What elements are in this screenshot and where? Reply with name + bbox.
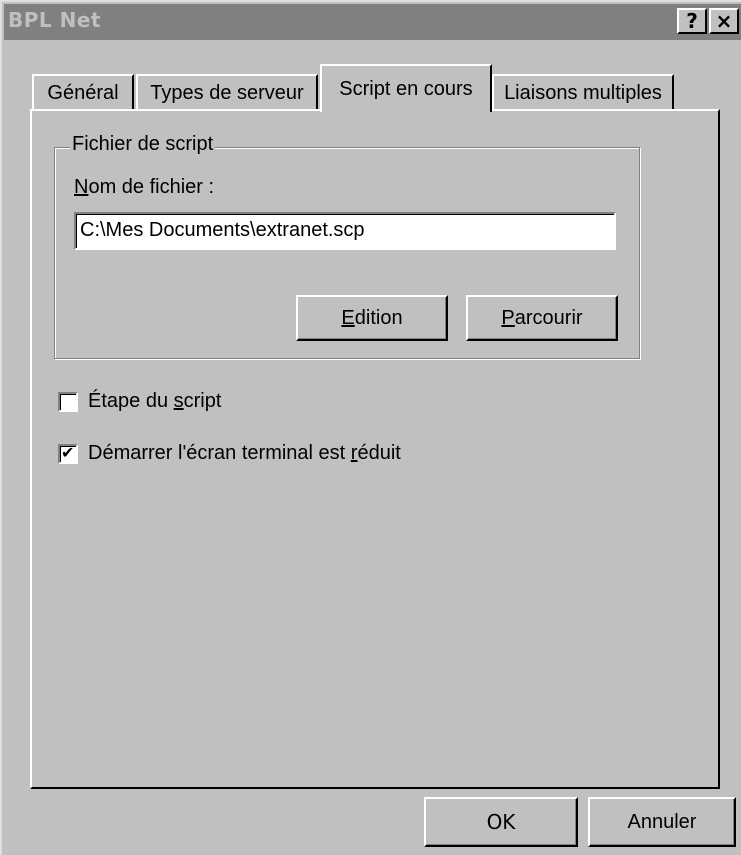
step-script-label-post: cript <box>183 390 222 412</box>
dialog-window: BPL Net ? × Général Types de serveur Scr… <box>0 0 741 855</box>
window-title: BPL Net <box>8 8 101 32</box>
checkmark-icon: ✔ <box>61 443 75 462</box>
close-button[interactable]: × <box>709 8 739 34</box>
terminal-label-pre: Démarrer l'écran terminal est <box>88 442 351 464</box>
cancel-button[interactable]: Annuler <box>588 797 736 847</box>
edit-button-mnemonic: E <box>341 307 355 329</box>
script-file-legend: Fichier de script <box>70 133 216 156</box>
tab-gap <box>322 107 490 113</box>
title-bar[interactable]: BPL Net ? × <box>4 4 741 40</box>
filename-input[interactable] <box>76 214 600 246</box>
filename-label: Nom de fichier : <box>74 176 214 199</box>
browse-button-rest: arcourir <box>514 307 583 329</box>
step-script-label-pre: Étape du <box>88 390 174 412</box>
tab-script[interactable]: Script en cours <box>320 64 492 112</box>
browse-button-mnemonic: P <box>501 307 515 329</box>
terminal-label-post: éduit <box>357 442 401 464</box>
filename-label-rest: om de fichier : <box>88 176 215 198</box>
tab-multilink[interactable]: Liaisons multiples <box>492 74 674 110</box>
step-script-label[interactable]: Étape du script <box>88 390 221 413</box>
browse-button[interactable]: Parcourir <box>466 295 618 341</box>
edit-button-rest: dition <box>354 307 403 329</box>
filename-field[interactable] <box>74 212 616 250</box>
step-script-checkbox[interactable] <box>58 392 78 412</box>
terminal-reduced-checkbox[interactable]: ✔ <box>58 443 78 464</box>
terminal-reduced-label[interactable]: Démarrer l'écran terminal est réduit <box>88 442 401 465</box>
tab-server-types[interactable]: Types de serveur <box>136 74 318 110</box>
step-script-label-mnemonic: s <box>173 390 184 412</box>
filename-label-mnemonic: N <box>74 176 89 198</box>
edit-button[interactable]: Edition <box>296 295 448 341</box>
tab-general[interactable]: Général <box>32 74 134 110</box>
help-button[interactable]: ? <box>677 8 707 34</box>
ok-button[interactable]: OK <box>424 797 578 847</box>
